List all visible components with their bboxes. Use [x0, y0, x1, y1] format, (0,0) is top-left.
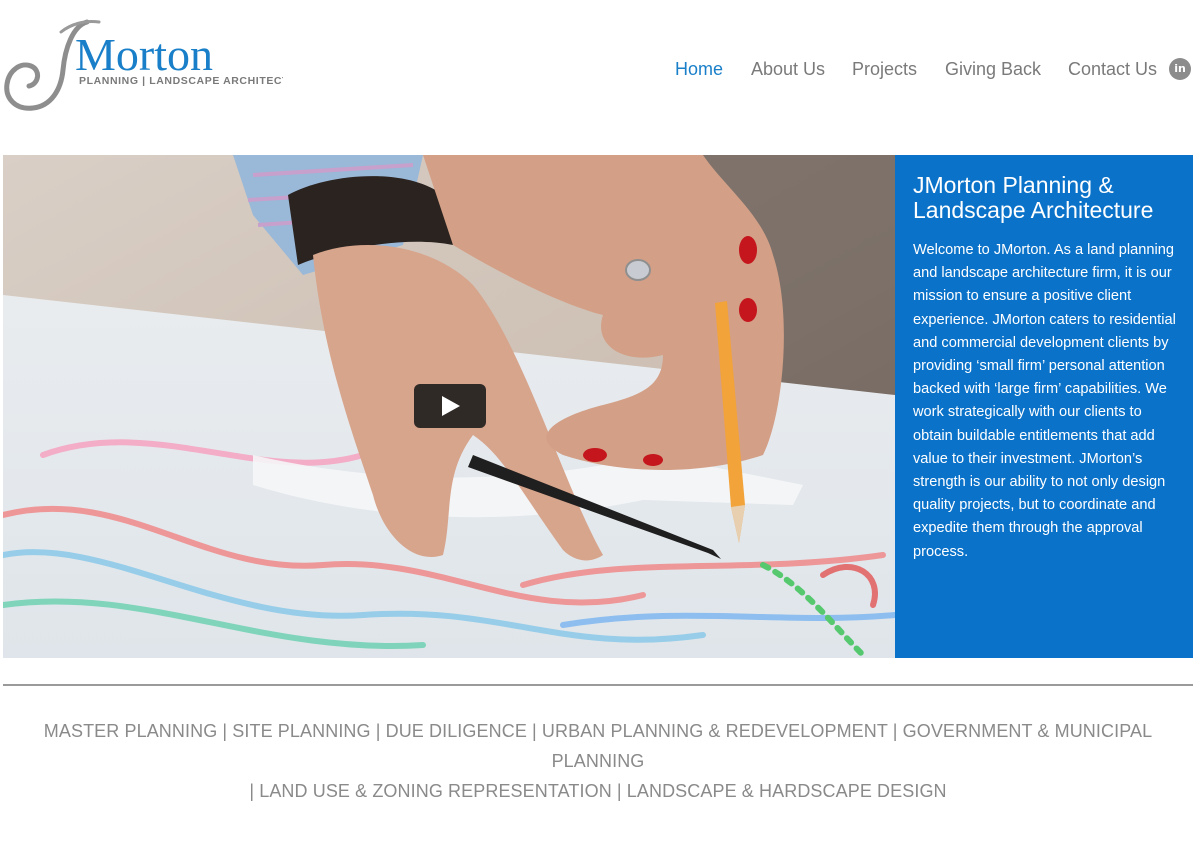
services-list: MASTER PLANNING | SITE PLANNING | DUE DI…: [0, 716, 1196, 806]
hero-section: JMorton Planning & Landscape Architectur…: [3, 155, 1193, 658]
play-icon[interactable]: [414, 384, 486, 428]
section-divider: [3, 684, 1193, 686]
nav-projects[interactable]: Projects: [852, 58, 917, 80]
nav-home[interactable]: Home: [675, 58, 723, 80]
intro-video[interactable]: [3, 155, 895, 658]
nav-giving-back[interactable]: Giving Back: [945, 58, 1041, 80]
intro-title: JMorton Planning & Landscape Architectur…: [913, 172, 1154, 223]
services-line-1: MASTER PLANNING | SITE PLANNING | DUE DI…: [43, 721, 1153, 771]
nav-about-us[interactable]: About Us: [751, 58, 825, 80]
linkedin-icon[interactable]: in: [1169, 58, 1191, 80]
nav-contact-us[interactable]: Contact Us: [1068, 58, 1157, 80]
intro-panel: JMorton Planning & Landscape Architectur…: [895, 155, 1193, 658]
services-line-2: | LAND USE & ZONING REPRESENTATION | LAN…: [249, 781, 947, 801]
main-nav: Home About Us Projects Giving Back Conta…: [0, 58, 1200, 82]
intro-body: Welcome to JMorton. As a land planning a…: [913, 242, 1176, 560]
